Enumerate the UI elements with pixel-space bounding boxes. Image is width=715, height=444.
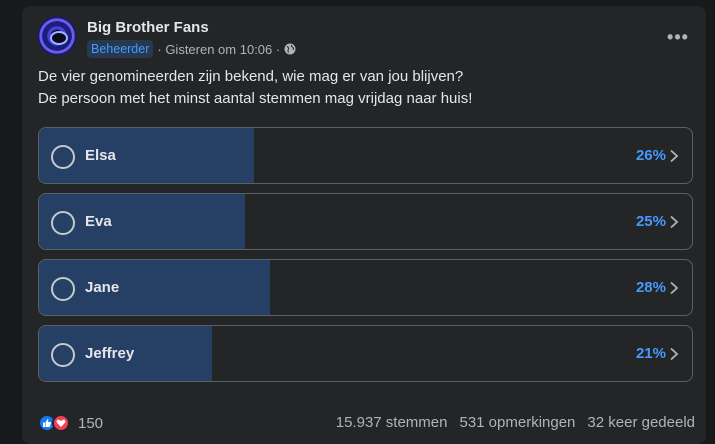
chevron-right-icon [670,149,679,163]
love-icon [52,414,70,432]
votes-count[interactable]: 15.937 stemmen [336,414,448,431]
globe-icon [284,43,296,55]
reactions-summary[interactable]: 150 [38,414,103,432]
poll-option-percent: 26% [635,147,666,164]
chevron-right-icon [670,281,679,295]
post-stats: 15.937 stemmen 531 opmerkingen 32 keer g… [336,414,695,431]
radio-button[interactable] [51,277,75,301]
post-text: De vier genomineerden zijn bekend, wie m… [38,66,688,110]
radio-button[interactable] [51,145,75,169]
post-footer: 150 15.937 stemmen 531 opmerkingen 32 ke… [38,414,695,434]
chevron-right-icon [670,215,679,229]
shares-count[interactable]: 32 keer gedeeld [587,414,695,431]
poll-option-percent: 25% [635,213,666,230]
poll-option-label: Elsa [85,147,116,164]
poll-option-label: Eva [85,213,112,230]
poll: Elsa 26% Eva 25% Jane 28% Jeffrey 21% [38,127,693,391]
page-name[interactable]: Big Brother Fans [87,19,209,36]
poll-option-jane[interactable]: Jane 28% [38,259,693,316]
post-card: Big Brother Fans Beheerder · Gisteren om… [22,6,706,444]
poll-option-percent: 21% [635,345,666,362]
radio-button[interactable] [51,343,75,367]
page-avatar[interactable] [37,16,77,56]
reaction-count: 150 [78,414,104,432]
post-timestamp[interactable]: · Gisteren om 10:06 · [157,42,280,57]
radio-button[interactable] [51,211,75,235]
poll-option-label: Jane [85,279,120,296]
post-text-line: De persoon met het minst aantal stemmen … [38,90,473,107]
poll-option-percent: 28% [635,279,666,296]
poll-option-eva[interactable]: Eva 25% [38,193,693,250]
poll-option-label: Jeffrey [85,345,135,362]
post-text-line: De vier genomineerden zijn bekend, wie m… [38,68,464,85]
admin-badge: Beheerder [87,40,154,58]
comments-count[interactable]: 531 opmerkingen [459,414,575,431]
poll-option-jeffrey[interactable]: Jeffrey 21% [38,325,693,382]
post-meta: Beheerder · Gisteren om 10:06 · [87,40,296,58]
more-options-button[interactable]: ••• [663,22,693,52]
chevron-right-icon [670,347,679,361]
more-icon: ••• [667,26,689,47]
post-header: Big Brother Fans Beheerder · Gisteren om… [37,16,697,60]
poll-option-elsa[interactable]: Elsa 26% [38,127,693,184]
